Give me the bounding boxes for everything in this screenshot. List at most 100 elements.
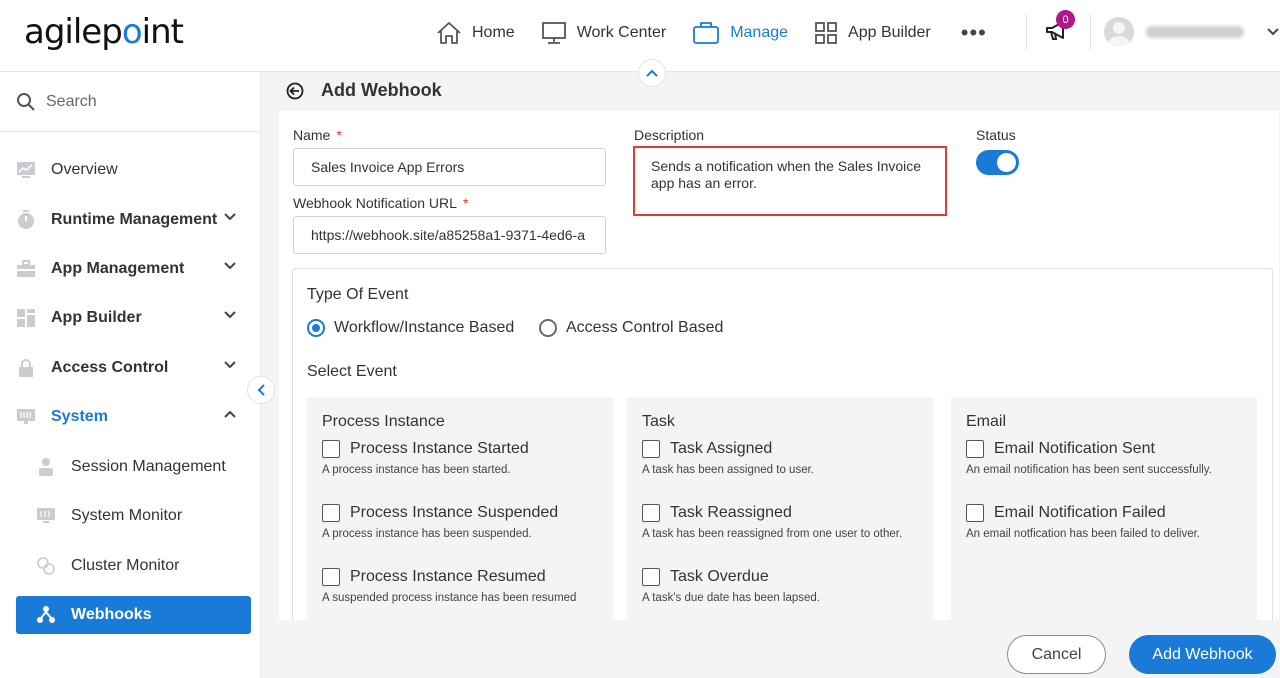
sidebar-item-access-control[interactable]: Access Control: [16, 349, 251, 387]
type-of-event-title: Type Of Event: [307, 286, 409, 303]
sidebar-item-system[interactable]: System: [16, 398, 251, 436]
checkbox-icon: [966, 504, 984, 522]
event-description: An email notification has been sent succ…: [966, 464, 1212, 476]
event-checkbox[interactable]: Task Reassigned: [642, 504, 902, 522]
lock-icon: [16, 358, 36, 378]
page-title: Add Webhook: [321, 80, 442, 100]
user-menu[interactable]: [1104, 17, 1280, 47]
top-nav: Home Work Center Manage App Builder •••: [436, 18, 987, 48]
event-item: Task Reassigned A task has been reassign…: [642, 504, 902, 540]
nav-app-builder[interactable]: App Builder: [814, 21, 931, 45]
add-webhook-button[interactable]: Add Webhook: [1129, 635, 1276, 674]
webhook-icon: [36, 605, 56, 625]
back-arrow-icon[interactable]: [286, 82, 304, 100]
task-group: Task Task Assigned A task has been assig…: [627, 397, 933, 620]
sidebar-item-cluster-monitor[interactable]: Cluster Monitor: [16, 547, 251, 585]
collapse-header-button[interactable]: [638, 59, 666, 87]
group-title: Process Instance: [322, 413, 445, 430]
select-event-title: Select Event: [307, 363, 397, 380]
event-description: A process instance has been suspended.: [322, 528, 532, 540]
event-item: Task Assigned A task has been assigned t…: [642, 440, 814, 476]
url-label: Webhook Notification URL *: [293, 195, 469, 211]
checkbox-icon: [642, 568, 660, 586]
event-description: A process instance has been started.: [322, 464, 511, 476]
name-label: Name *: [293, 127, 342, 143]
radio-access-control[interactable]: Access Control Based: [539, 319, 723, 337]
event-item: Process Instance Resumed A suspended pro…: [322, 568, 576, 604]
sidebar-item-overview[interactable]: Overview: [16, 151, 251, 189]
event-checkbox[interactable]: Process Instance Started: [322, 440, 529, 458]
status-toggle[interactable]: [976, 150, 1019, 175]
email-group: Email Email Notification Sent An email n…: [951, 397, 1257, 620]
chevron-down-icon: [1267, 28, 1279, 36]
chevron-up-icon: [224, 410, 236, 418]
server-icon: [16, 407, 36, 427]
description-field[interactable]: Sends a notification when the Sales Invo…: [633, 146, 947, 216]
nav-manage[interactable]: Manage: [692, 21, 788, 45]
radio-unselected-icon: [539, 319, 557, 337]
event-checkbox[interactable]: Email Notification Failed: [966, 504, 1200, 522]
chevron-up-icon: [646, 69, 658, 77]
sidebar-item-runtime-management[interactable]: Runtime Management: [16, 201, 251, 239]
blocks-icon: [16, 308, 36, 328]
notification-count-badge: 0: [1056, 10, 1075, 29]
agilepoint-logo[interactable]: agilepoint: [24, 12, 184, 52]
home-icon: [437, 22, 461, 44]
top-bar: agilepoint Home Work Center Manage App B…: [0, 0, 1280, 72]
checkbox-icon: [642, 504, 660, 522]
nav-home[interactable]: Home: [436, 21, 515, 45]
checkbox-icon: [322, 440, 340, 458]
sidebar-item-app-builder[interactable]: App Builder: [16, 299, 251, 337]
event-description: A task's due date has been lapsed.: [642, 592, 821, 604]
sidebar-item-webhooks[interactable]: Webhooks: [16, 596, 251, 634]
chevron-left-icon: [257, 384, 265, 396]
nav-work-center[interactable]: Work Center: [541, 21, 666, 45]
status-label: Status: [976, 127, 1016, 143]
event-checkbox[interactable]: Process Instance Suspended: [322, 504, 558, 522]
user-name-blurred: [1146, 26, 1244, 38]
chevron-down-icon: [224, 311, 236, 319]
group-title: Task: [642, 413, 675, 430]
sidebar: Search Overview Runtime Management App M…: [0, 72, 261, 678]
notifications-button[interactable]: 0: [1044, 10, 1075, 49]
chevron-down-icon: [224, 361, 236, 369]
process-instance-group: Process Instance Process Instance Starte…: [307, 397, 613, 620]
sidebar-item-system-monitor[interactable]: System Monitor: [16, 497, 251, 535]
chevron-down-icon: [224, 213, 236, 221]
more-menu-icon[interactable]: •••: [961, 20, 987, 46]
avatar: [1104, 17, 1134, 47]
monitor-icon: [541, 22, 566, 44]
name-field[interactable]: Sales Invoice App Errors: [293, 148, 606, 186]
collapse-sidebar-button[interactable]: [247, 376, 275, 404]
event-description: A suspended process instance has been re…: [322, 592, 577, 604]
cancel-button[interactable]: Cancel: [1007, 635, 1106, 674]
group-title: Email: [966, 413, 1007, 430]
toolbox-icon: [16, 259, 36, 279]
briefcase-icon: [693, 22, 720, 44]
grid-icon: [815, 22, 837, 44]
sidebar-item-session-management[interactable]: Session Management: [16, 448, 251, 486]
search-input[interactable]: Search: [46, 93, 97, 111]
checkbox-icon: [966, 440, 984, 458]
description-label: Description: [634, 127, 705, 143]
event-checkbox[interactable]: Task Assigned: [642, 440, 814, 458]
event-section: Type Of Event Workflow/Instance Based Ac…: [292, 268, 1273, 620]
timer-icon: [16, 210, 36, 230]
event-checkbox[interactable]: Email Notification Sent: [966, 440, 1212, 458]
monitor-icon: [36, 506, 56, 526]
sidebar-item-app-management[interactable]: App Management: [16, 250, 251, 288]
session-icon: [36, 457, 56, 477]
event-checkbox[interactable]: Task Overdue: [642, 568, 820, 586]
required-mark: *: [336, 127, 342, 143]
event-item: Process Instance Started A process insta…: [322, 440, 529, 476]
radio-workflow-instance[interactable]: Workflow/Instance Based: [307, 319, 514, 337]
chevron-down-icon: [224, 262, 236, 270]
sidebar-search[interactable]: Search: [0, 72, 260, 132]
checkbox-icon: [322, 568, 340, 586]
event-item: Process Instance Suspended A process ins…: [322, 504, 558, 540]
webhook-url-field[interactable]: https://webhook.site/a85258a1-9371-4ed6-…: [293, 216, 606, 254]
event-description: A task has been reassigned from one user…: [642, 528, 903, 540]
event-checkbox[interactable]: Process Instance Resumed: [322, 568, 576, 586]
cluster-icon: [36, 556, 56, 576]
divider: [1090, 14, 1091, 50]
